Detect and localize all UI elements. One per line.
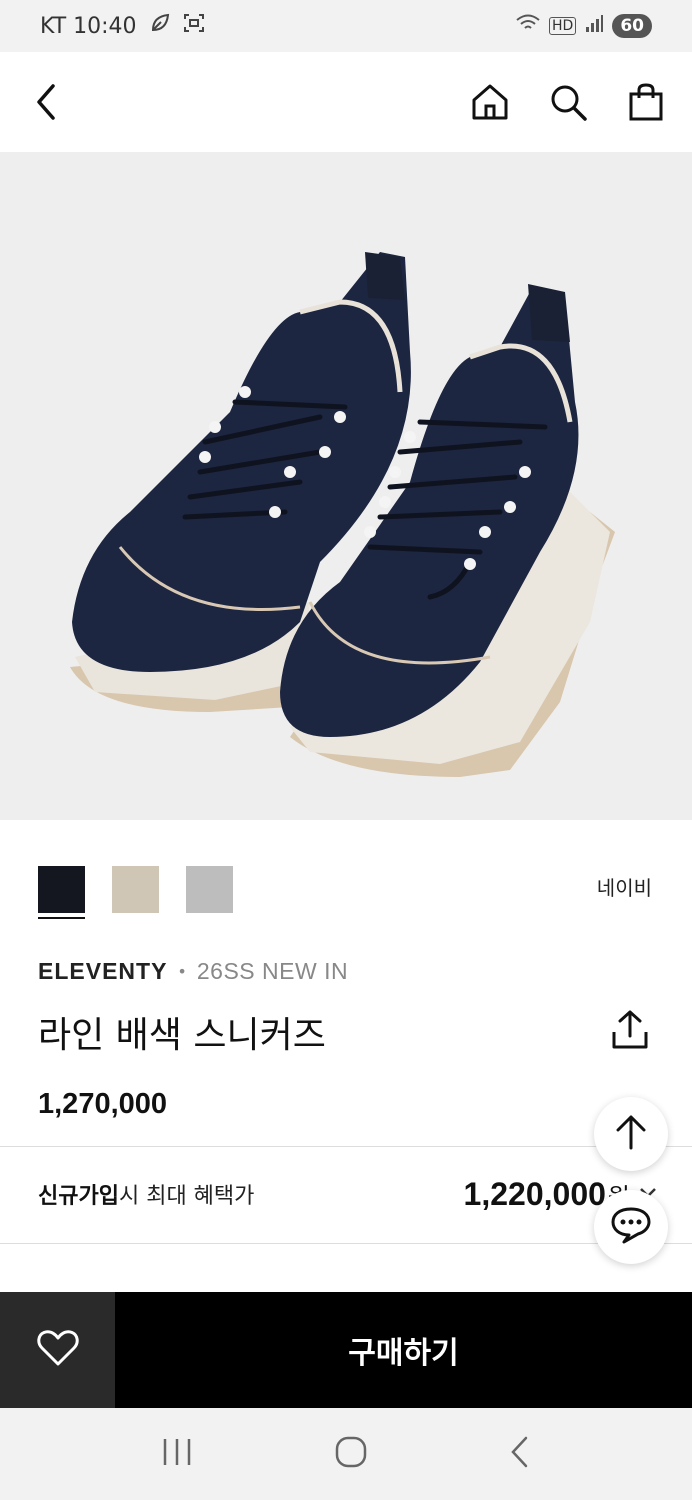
status-left: KT 10:40 (40, 12, 205, 40)
benefit-price: 1,220,000 (463, 1175, 606, 1212)
carrier-time: KT 10:40 (40, 13, 137, 39)
benefit-strong-label: 신규가입 (38, 1184, 119, 1209)
battery-badge: 60 (612, 14, 652, 38)
share-icon[interactable] (606, 1006, 654, 1054)
selected-color-name: 네이비 (596, 876, 652, 900)
brand-line: ELEVENTY • 26SS NEW IN (38, 958, 348, 985)
brand-name[interactable]: ELEVENTY (38, 958, 167, 985)
recent-apps-icon[interactable] (160, 1437, 194, 1471)
home-icon[interactable] (468, 80, 512, 124)
leaf-icon (149, 12, 171, 40)
divider (0, 1243, 692, 1244)
swatch-beige-fill (112, 866, 159, 913)
separator-dot: • (177, 962, 187, 981)
status-bar: KT 10:40 HD 60 (0, 0, 692, 52)
sneakers-illustration (70, 252, 615, 777)
screenshot-icon (183, 12, 205, 40)
product-price: 1,270,000 (38, 1088, 168, 1120)
chat-icon (610, 1206, 652, 1248)
back-icon[interactable] (24, 80, 68, 124)
swatch-navy-fill (38, 866, 85, 913)
swatch-beige[interactable] (112, 866, 159, 913)
search-icon[interactable] (546, 80, 590, 124)
divider (0, 1146, 692, 1147)
signal-icon (584, 13, 604, 39)
wifi-icon (515, 13, 541, 39)
heart-icon (36, 1329, 79, 1371)
top-nav (0, 52, 692, 152)
home-circle-icon[interactable] (334, 1435, 368, 1473)
product-title: 라인 배색 스니커즈 (38, 1015, 326, 1056)
nav-right (468, 80, 668, 124)
shopping-bag-icon[interactable] (624, 80, 668, 124)
system-nav-bar (0, 1408, 692, 1500)
wishlist-button[interactable] (0, 1292, 115, 1408)
network-label: HD (549, 17, 577, 35)
swatch-grey[interactable] (186, 866, 233, 913)
back-arrow-icon[interactable] (508, 1435, 532, 1473)
benefit-label: 시 최대 혜택가 (118, 1184, 255, 1209)
status-right: HD 60 (515, 13, 652, 39)
color-swatches (38, 866, 233, 919)
benefit-price-row[interactable]: 신규가입 시 최대 혜택가 1,220,000 원 (38, 1166, 658, 1222)
chat-button[interactable] (594, 1190, 668, 1264)
arrow-up-icon (613, 1112, 649, 1156)
buy-bar: 구매하기 (0, 1292, 692, 1408)
scroll-top-button[interactable] (594, 1097, 668, 1171)
swatch-navy[interactable] (38, 866, 85, 919)
buy-button[interactable]: 구매하기 (115, 1292, 692, 1408)
product-image[interactable] (0, 152, 692, 820)
season-tag: 26SS NEW IN (196, 958, 349, 984)
selected-swatch-underline (38, 917, 85, 919)
swatch-grey-fill (186, 866, 233, 913)
